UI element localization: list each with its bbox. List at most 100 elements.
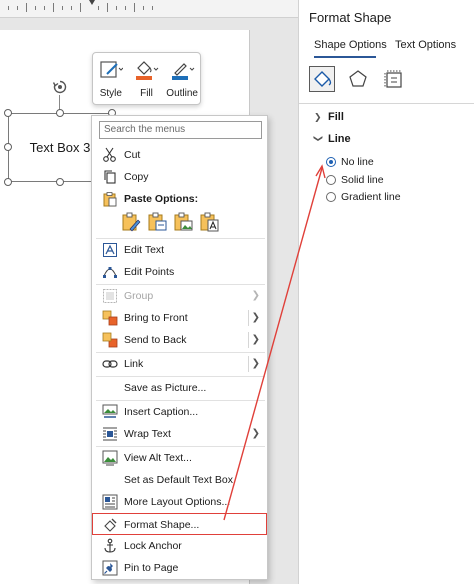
fill-button[interactable]: Fill <box>129 58 163 99</box>
wrap-text-icon <box>103 427 117 441</box>
pane-category-icons <box>309 66 407 92</box>
menu-label-save-as-picture: Save as Picture... <box>124 382 207 394</box>
resize-handle-bottom[interactable] <box>56 178 64 186</box>
menu-item-group: Group ❯ <box>93 285 267 307</box>
menu-label-cut: Cut <box>124 149 141 161</box>
menu-label-wrap-text: Wrap Text <box>124 428 171 440</box>
submenu-arrow-icon[interactable]: ❯ <box>252 358 260 369</box>
menu-item-insert-caption[interactable]: Insert Caption... <box>93 401 267 423</box>
search-menus-input[interactable]: Search the menus <box>99 121 262 139</box>
menu-label-set-default: Set as Default Text Box <box>124 474 233 486</box>
tab-shape-options[interactable]: Shape Options <box>314 39 387 51</box>
resize-handle-top[interactable] <box>56 109 64 117</box>
paste-options-label: Paste Options: <box>124 193 199 205</box>
menu-item-format-shape[interactable]: Format Shape... <box>92 513 267 535</box>
menu-label-view-alt-text: View Alt Text... <box>124 452 192 464</box>
format-shape-pane: Format Shape Shape Options Text Options … <box>298 0 474 584</box>
copy-icon <box>104 170 116 184</box>
menu-item-edit-points[interactable]: Edit Points <box>93 261 267 283</box>
menu-item-wrap-text[interactable]: Wrap Text ❯ <box>93 423 267 445</box>
paste-keep-source-icon[interactable] <box>121 212 141 232</box>
layout-options-icon <box>102 494 118 510</box>
edit-text-icon <box>103 243 117 257</box>
menu-label-copy: Copy <box>124 171 149 183</box>
gradient-line-label[interactable]: Gradient line <box>341 191 401 203</box>
insert-caption-icon <box>102 404 118 418</box>
menu-item-more-layout[interactable]: More Layout Options... <box>93 491 267 513</box>
style-button[interactable]: Style <box>94 58 128 99</box>
text-box-content: Text Box 3 <box>29 140 91 155</box>
resize-handle-top-left[interactable] <box>4 109 12 117</box>
mini-toolbar: Style Fill Outline <box>92 52 201 105</box>
bring-to-front-icon <box>102 310 118 326</box>
menu-label-send-to-back: Send to Back <box>124 334 187 346</box>
fill-section-header[interactable]: Fill <box>328 111 344 123</box>
menu-item-lock-anchor[interactable]: Lock Anchor <box>93 535 267 557</box>
menu-item-edit-text[interactable]: Edit Text <box>93 239 267 261</box>
chevron-down-icon[interactable]: ❯ <box>312 135 323 143</box>
tab-text-options[interactable]: Text Options <box>395 39 456 51</box>
menu-label-link: Link <box>124 358 144 370</box>
outline-pen-icon <box>172 63 195 80</box>
pin-icon <box>102 560 118 576</box>
resize-handle-bottom-left[interactable] <box>4 178 12 186</box>
anchor-icon <box>104 538 116 553</box>
menu-item-cut[interactable]: Cut <box>93 144 267 166</box>
menu-item-send-to-back[interactable]: Send to Back ❯ <box>93 329 267 351</box>
fill-line-category-button[interactable] <box>309 66 335 92</box>
menu-label-edit-text: Edit Text <box>124 244 165 256</box>
indent-marker[interactable] <box>89 0 95 6</box>
pane-title: Format Shape <box>309 10 392 25</box>
menu-item-link[interactable]: Link ❯ <box>93 353 267 375</box>
rotate-handle-icon[interactable] <box>52 79 68 95</box>
menu-item-pin-to-page[interactable]: Pin to Page <box>93 557 267 579</box>
gradient-line-radio[interactable] <box>326 192 336 202</box>
menu-label-edit-points: Edit Points <box>124 266 175 278</box>
menu-label-lock-anchor: Lock Anchor <box>124 540 182 552</box>
menu-label-group: Group <box>124 290 154 302</box>
solid-line-radio[interactable] <box>326 175 336 185</box>
menu-item-copy[interactable]: Copy <box>93 166 267 188</box>
outline-button[interactable]: Outline <box>165 58 199 99</box>
shape-style-icon <box>100 61 123 78</box>
context-menu: Search the menus Cut Copy Paste Options: <box>91 115 268 580</box>
pentagon-effects-icon <box>349 70 367 87</box>
submenu-arrow-icon[interactable]: ❯ <box>252 334 260 345</box>
clipboard-icon <box>103 192 117 207</box>
no-line-radio[interactable] <box>326 157 336 167</box>
submenu-arrow-icon[interactable]: ❯ <box>252 312 260 323</box>
style-label: Style <box>99 88 122 99</box>
group-icon <box>103 289 117 303</box>
paste-text-only-icon[interactable] <box>199 212 219 232</box>
menu-label-pin-to-page: Pin to Page <box>124 562 179 574</box>
menu-item-set-default[interactable]: Set as Default Text Box <box>93 469 267 491</box>
link-icon <box>102 360 118 368</box>
size-properties-icon <box>384 70 402 88</box>
effects-category-button[interactable] <box>345 66 371 92</box>
submenu-arrow-icon[interactable]: ❯ <box>252 428 260 439</box>
menu-label-insert-caption: Insert Caption... <box>124 406 199 418</box>
no-line-label[interactable]: No line <box>341 156 374 168</box>
paste-use-destination-icon[interactable] <box>147 212 167 232</box>
menu-label-bring-to-front: Bring to Front <box>124 312 188 324</box>
edit-points-icon <box>103 267 117 278</box>
scissors-icon <box>103 147 116 162</box>
fill-line-icon <box>314 71 332 87</box>
line-section-header[interactable]: Line <box>328 133 351 145</box>
menu-item-paste-options: Paste Options: <box>93 188 267 210</box>
menu-item-save-as-picture[interactable]: Save as Picture... <box>93 377 267 399</box>
solid-line-label[interactable]: Solid line <box>341 174 384 186</box>
fill-label: Fill <box>140 88 153 99</box>
alt-text-icon <box>102 450 118 466</box>
ruler <box>0 0 298 18</box>
paste-picture-icon[interactable] <box>173 212 193 232</box>
menu-label-format-shape: Format Shape... <box>124 519 200 531</box>
resize-handle-left[interactable] <box>4 143 12 151</box>
size-properties-category-button[interactable] <box>381 66 407 92</box>
chevron-right-icon[interactable]: ❯ <box>314 112 322 123</box>
format-shape-icon <box>104 518 117 532</box>
menu-item-bring-to-front[interactable]: Bring to Front ❯ <box>93 307 267 329</box>
menu-item-view-alt-text[interactable]: View Alt Text... <box>93 447 267 469</box>
submenu-arrow-icon: ❯ <box>251 290 260 301</box>
menu-label-more-layout: More Layout Options... <box>124 496 231 508</box>
